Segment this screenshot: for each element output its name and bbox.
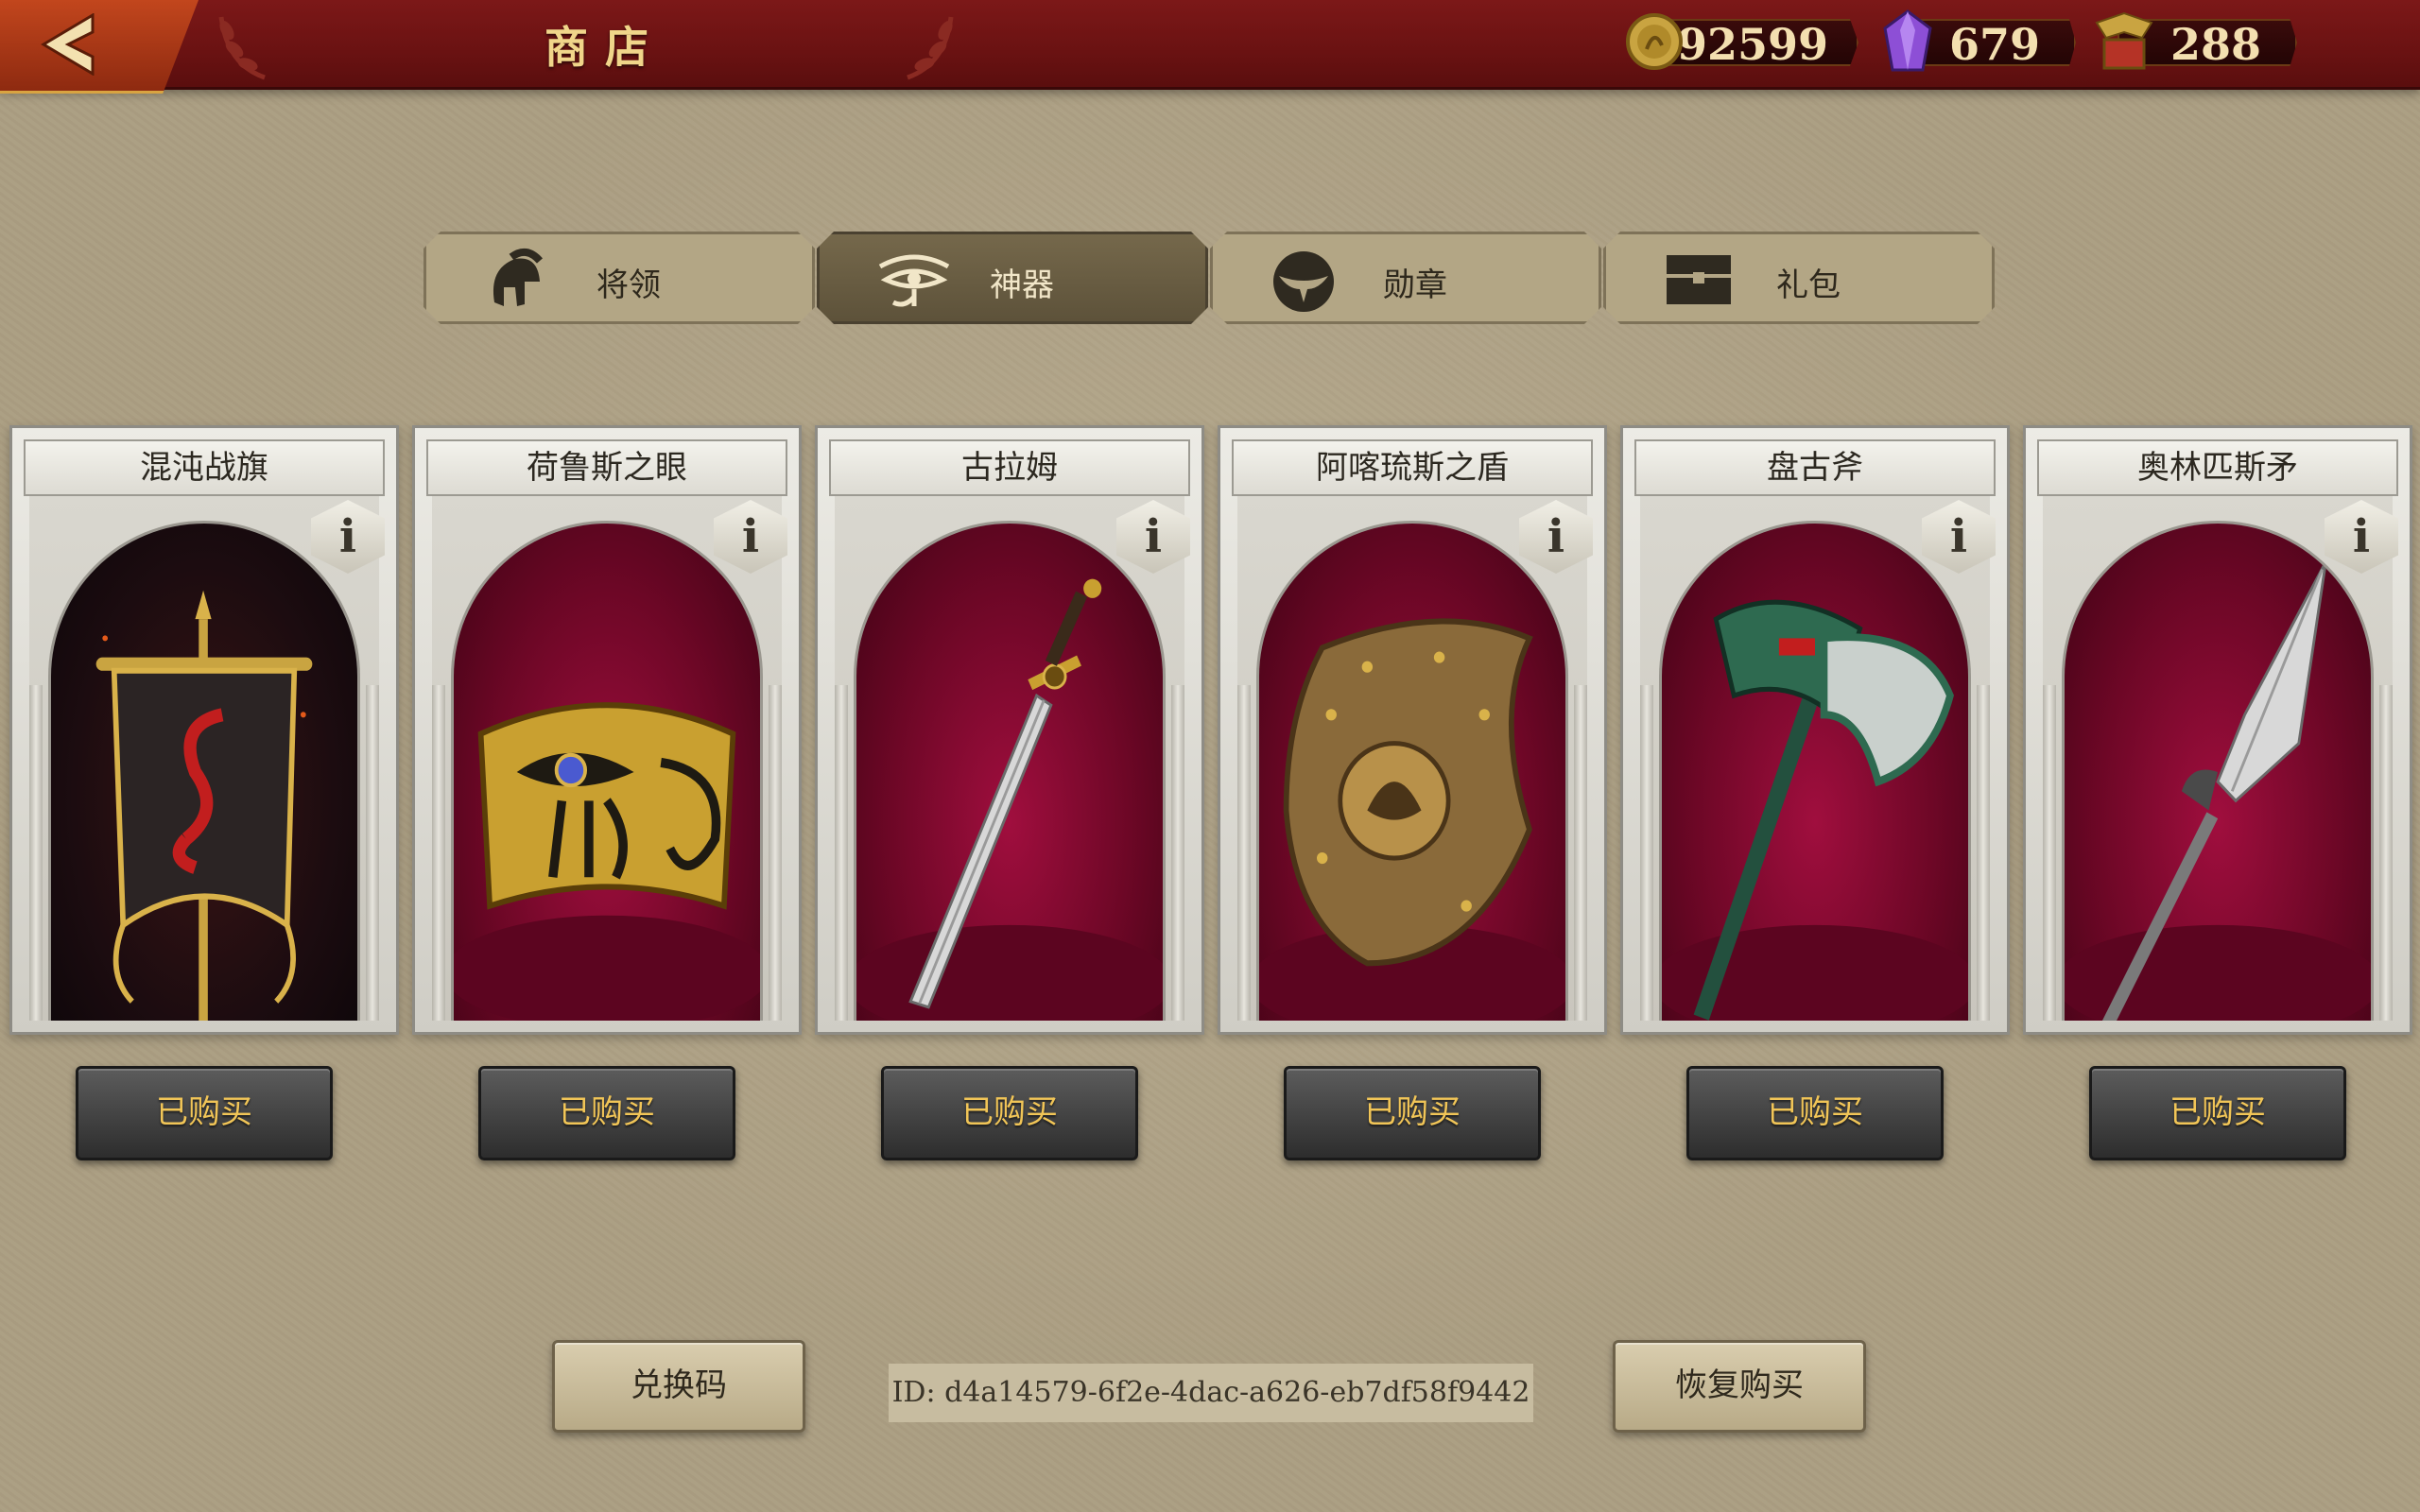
axe-icon [1662,599,1968,1021]
spear-icon [2065,560,2371,1021]
tab-label: 将领 [596,266,661,304]
spqr-value: 288 [2169,19,2261,70]
purple-gem-icon [1883,9,1932,72]
card-frame [1237,496,1587,1021]
eye-of-horus-bracer-icon [454,702,760,1021]
pillar-right [2379,685,2393,1021]
spartan-helmet-icon [483,248,549,314]
item-name: 荷鲁斯之眼 [426,439,787,496]
item-card[interactable]: 荷鲁斯之眼 i [412,425,802,1035]
pillar-right [1977,685,1990,1021]
pillar-left [835,685,848,1021]
page-title: 商店 [544,22,666,73]
pillar-right [366,685,379,1021]
tab-bundles[interactable]: 礼包 [1603,232,1995,324]
user-id-label: ID: d4a14579-6f2e-4dac-a626-eb7df58f9442 [889,1364,1533,1422]
item-display [48,521,360,1021]
tab-medals[interactable]: 勋章 [1210,232,1601,324]
purchased-button[interactable]: 已购买 [2089,1066,2346,1160]
item-card[interactable]: 阿喀琉斯之盾 i [1218,425,1607,1035]
gem-value: 679 [1948,19,2040,70]
item-display [451,521,763,1021]
item-card[interactable]: 盘古斧 i [1620,425,2010,1035]
item-name: 混沌战旗 [24,439,385,496]
card-frame [29,496,379,1021]
tab-label: 神器 [990,266,1054,304]
pillar-left [1640,685,1653,1021]
card-frame [835,496,1184,1021]
item-name: 阿喀琉斯之盾 [1232,439,1593,496]
pillar-right [769,685,782,1021]
card-frame [432,496,782,1021]
item-name: 奥林匹斯矛 [2037,439,2398,496]
item-display [1256,521,1568,1021]
item-display [854,521,1166,1021]
tab-label: 勋章 [1383,266,1447,304]
item-name: 古拉姆 [829,439,1190,496]
pillar-right [1574,685,1587,1021]
item-card[interactable]: 古拉姆 i [815,425,1204,1035]
item-name: 盘古斧 [1634,439,1996,496]
purchased-button[interactable]: 已购买 [478,1066,735,1160]
shield-icon [1259,618,1565,1021]
gold-coin-icon [1626,13,1683,70]
pillar-right [1171,685,1184,1021]
pillar-left [432,685,445,1021]
item-card[interactable]: 混沌战旗 i [9,425,399,1035]
pillar-left [2043,685,2056,1021]
purchased-button[interactable]: 已购买 [1686,1066,1944,1160]
eagle-medal-icon [1270,248,1338,316]
tab-generals[interactable]: 将领 [424,232,815,324]
tab-label: 礼包 [1776,266,1841,304]
redeem-code-button[interactable]: 兑换码 [552,1340,805,1433]
item-display [1659,521,1971,1021]
eye-of-horus-icon [876,248,952,314]
pillar-left [29,685,43,1021]
spqr-eagle-icon [2095,11,2153,70]
purchased-button[interactable]: 已购买 [881,1066,1138,1160]
item-card[interactable]: 奥林匹斯矛 i [2023,425,2412,1035]
tab-artifacts[interactable]: 神器 [817,232,1208,324]
back-arrow-icon [41,13,95,76]
card-frame [1640,496,1990,1021]
pillar-left [1237,685,1251,1021]
sword-icon [856,578,1163,1021]
laurel-left-icon [218,16,266,80]
restore-purchase-button[interactable]: 恢复购买 [1613,1340,1866,1433]
treasure-chest-icon [1663,248,1735,308]
back-button[interactable] [0,0,199,94]
purchased-button[interactable]: 已购买 [76,1066,333,1160]
item-display [2062,521,2374,1021]
purchased-button[interactable]: 已购买 [1284,1066,1541,1160]
top-bar: 商店 992599 679 288 [0,0,2420,94]
chaos-banner-icon [95,590,313,1021]
gem-counter: 679 [1910,19,2076,66]
laurel-right-icon [907,16,954,80]
card-frame [2043,496,2393,1021]
